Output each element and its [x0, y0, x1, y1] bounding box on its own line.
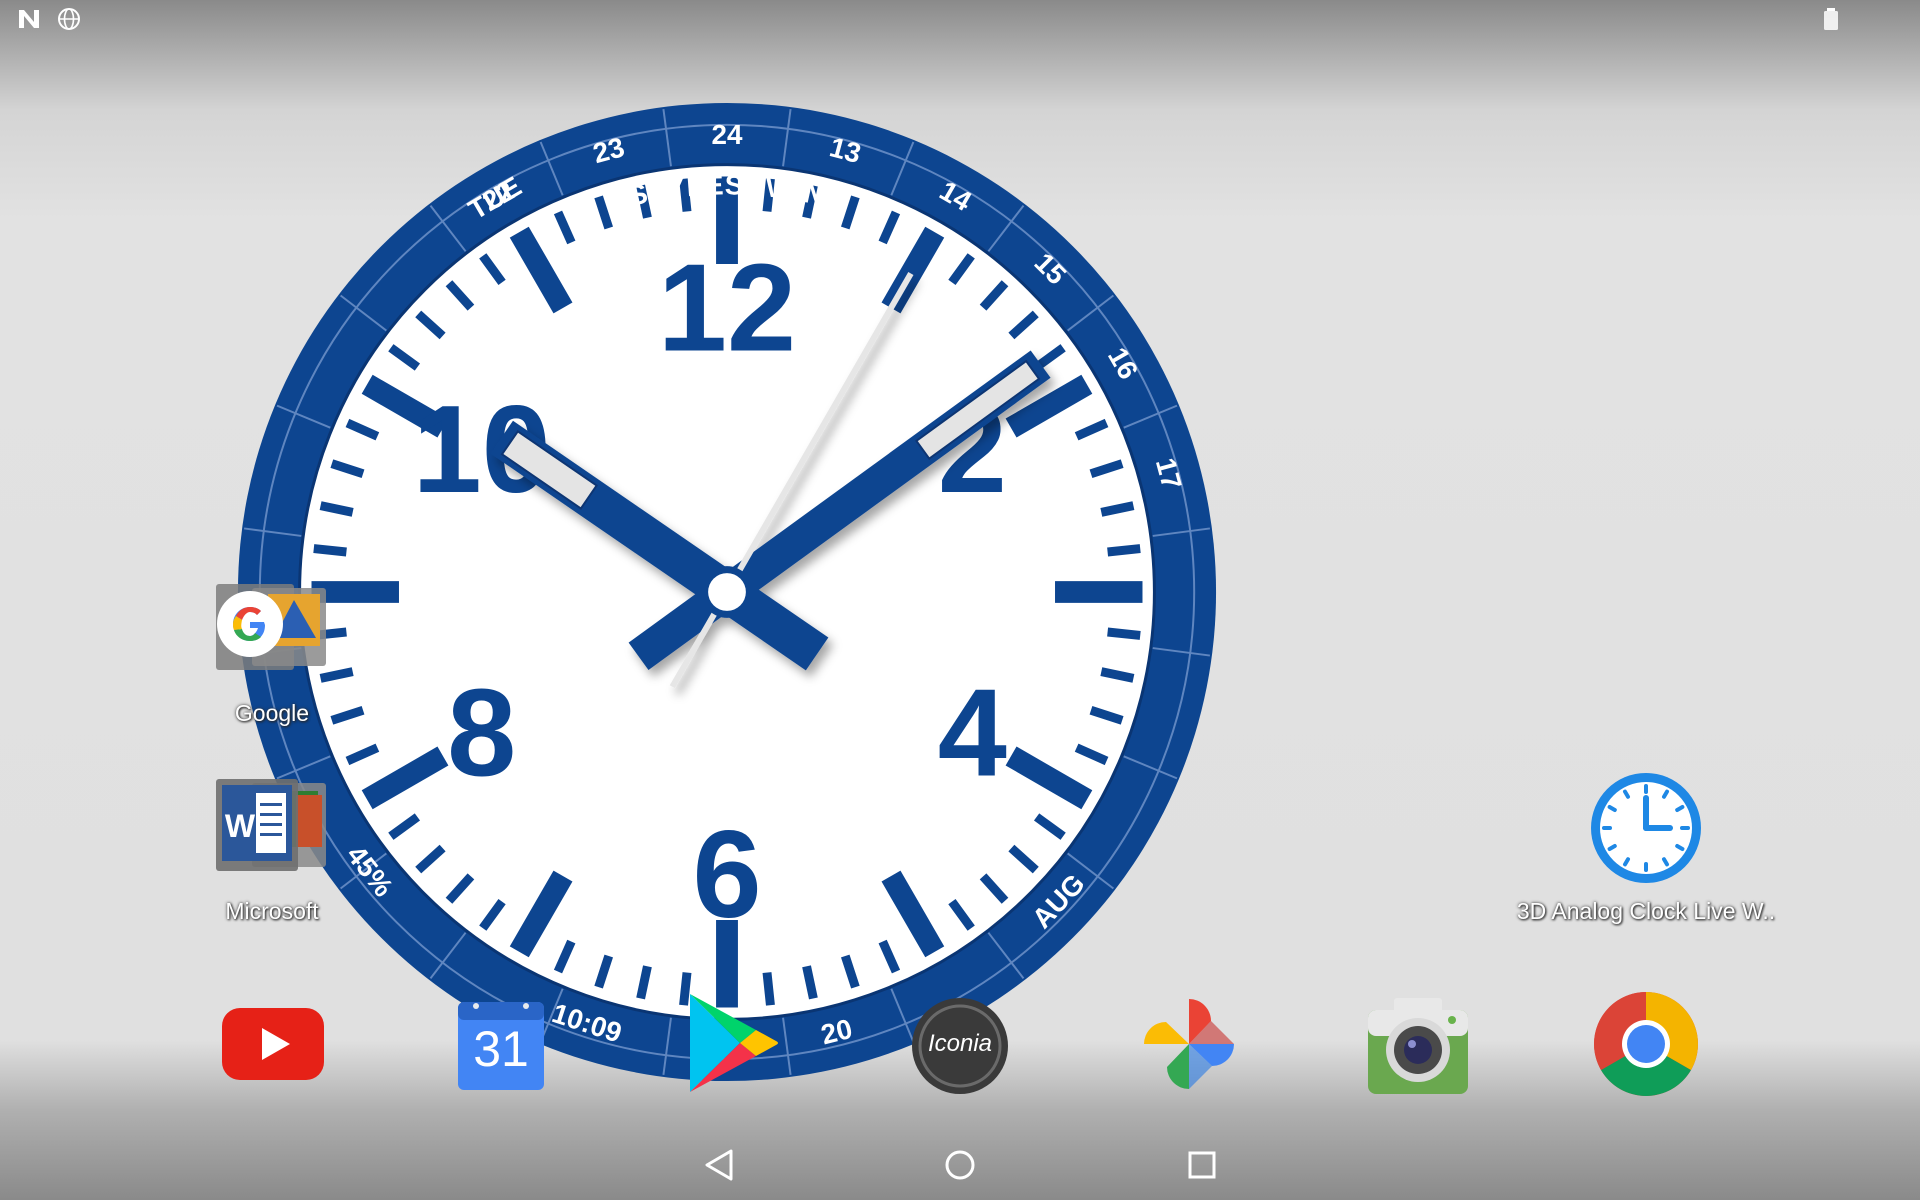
google-folder-label: Google — [234, 700, 310, 726]
clock-icon — [1591, 773, 1701, 883]
chrome-app[interactable] — [1592, 990, 1700, 1103]
google-folder-icon — [216, 584, 326, 670]
play-store-app[interactable] — [684, 990, 780, 1101]
microsoft-folder[interactable]: W — [212, 775, 328, 879]
bezel-hour-label: 24 — [712, 119, 743, 150]
microsoft-folder-icon: W — [216, 779, 326, 871]
iconia-label: Iconia — [927, 1030, 993, 1057]
play-store-icon — [690, 994, 778, 1092]
photos-app[interactable] — [1138, 993, 1240, 1100]
photos-icon — [1144, 999, 1234, 1089]
status-bar — [0, 0, 1920, 36]
calendar-app[interactable]: 31 — [456, 996, 546, 1092]
battery-icon — [1824, 8, 1838, 30]
iconia-app[interactable]: Iconia — [910, 996, 1010, 1096]
analog-clock-widget[interactable]: STYLESEVEN 24 13 14 15 16 17 23 22 TUE AUG 10:09 45… — [230, 95, 1224, 1089]
svg-text:W: W — [225, 808, 256, 844]
clock-face: STYLESEVEN 24 13141516172322TUEAUG10:0945… — [237, 102, 1217, 1082]
camera-app[interactable] — [1364, 988, 1472, 1103]
chrome-icon — [1594, 992, 1698, 1096]
analog-clock-shortcut-label: 3D Analog Clock Live W.. — [1516, 898, 1776, 924]
hour-numeral: 8 — [447, 664, 516, 802]
google-folder[interactable] — [212, 578, 328, 676]
youtube-app[interactable] — [220, 1006, 326, 1087]
n-logo-icon — [19, 10, 39, 28]
recents-icon[interactable] — [1182, 1145, 1222, 1185]
back-icon[interactable] — [700, 1145, 740, 1185]
microsoft-folder-label: Microsoft — [225, 898, 319, 924]
hour-numeral: 4 — [938, 664, 1007, 802]
hour-numeral: 6 — [692, 806, 761, 944]
minute-mark — [1107, 544, 1141, 557]
globe-icon — [58, 8, 80, 30]
calendar-date: 31 — [473, 1021, 529, 1077]
minute-mark — [1107, 627, 1141, 640]
camera-icon — [1368, 998, 1468, 1094]
minute-mark — [313, 544, 347, 557]
hour-numeral: 12 — [658, 239, 796, 377]
analog-clock-shortcut[interactable] — [1588, 770, 1704, 886]
navigation-bar — [0, 1120, 1920, 1200]
home-icon[interactable] — [940, 1145, 980, 1185]
youtube-icon — [222, 1008, 324, 1080]
